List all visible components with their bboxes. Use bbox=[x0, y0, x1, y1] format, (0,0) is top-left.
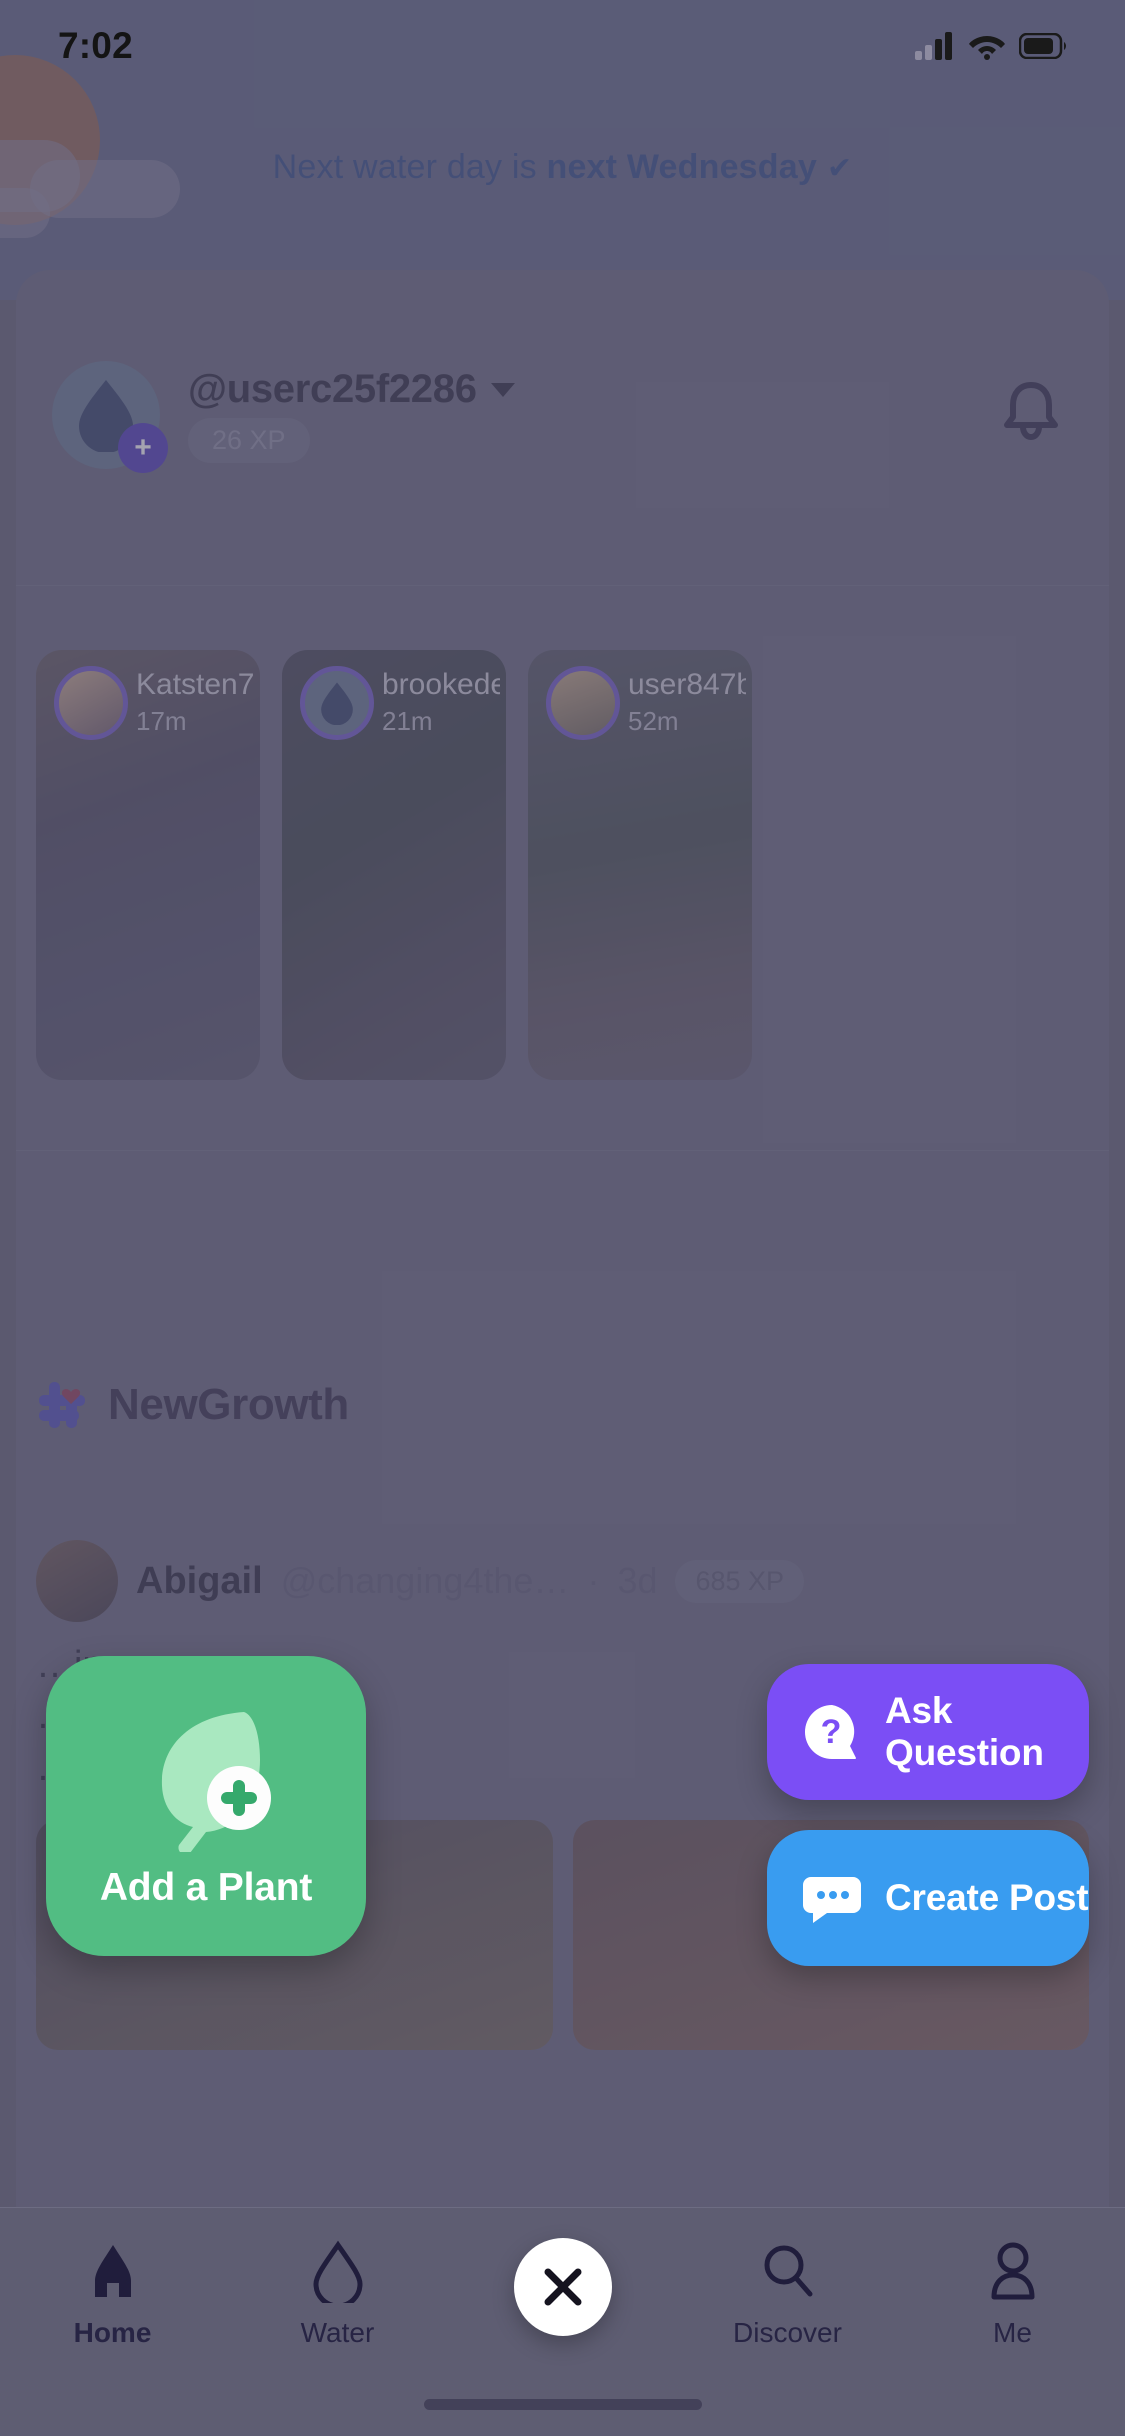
create-post-button[interactable]: Create Post bbox=[767, 1830, 1089, 1966]
close-icon bbox=[544, 2268, 581, 2306]
svg-text:?: ? bbox=[821, 1713, 842, 1751]
tab-me[interactable]: Me bbox=[900, 2239, 1125, 2349]
tab-water-label: Water bbox=[300, 2317, 375, 2348]
status-time: 7:02 bbox=[58, 25, 133, 66]
action-menu[interactable]: Add a Plant ? Ask Question Create Post bbox=[0, 1640, 1125, 2160]
tab-discover-label: Discover bbox=[733, 2317, 842, 2348]
create-post-label: Create Post bbox=[885, 1877, 1089, 1918]
add-plant-button[interactable]: Add a Plant bbox=[46, 1656, 366, 1956]
tab-home[interactable]: Home bbox=[0, 2239, 225, 2349]
status-icons bbox=[915, 32, 1067, 60]
search-icon bbox=[764, 2245, 812, 2297]
ask-question-label: Ask Question bbox=[885, 1690, 1044, 1773]
bottom-navigation[interactable]: Home Water Discover Me bbox=[0, 2207, 1125, 2436]
water-drop-icon bbox=[312, 2240, 363, 2303]
tab-water[interactable]: Water bbox=[225, 2239, 450, 2349]
home-indicator bbox=[423, 2399, 702, 2410]
add-plant-label: Add a Plant bbox=[99, 1866, 313, 1909]
tab-home-label: Home bbox=[73, 2317, 152, 2348]
leaf-plus-icon bbox=[126, 1702, 286, 1855]
status-bar: 7:02 bbox=[0, 0, 1125, 92]
close-button[interactable] bbox=[513, 2238, 612, 2336]
cellular-signal-icon bbox=[915, 32, 952, 60]
app-root: Next water day is next Wednesday✔ + @use… bbox=[0, 0, 1125, 2436]
tab-me-label: Me bbox=[993, 2317, 1032, 2348]
ask-question-button[interactable]: ? Ask Question bbox=[767, 1664, 1089, 1800]
chat-bubble-icon bbox=[801, 1867, 863, 1929]
tab-discover[interactable]: Discover bbox=[675, 2239, 900, 2349]
tab-list: Home Water Discover Me bbox=[0, 2208, 1125, 2380]
home-icon bbox=[94, 2245, 131, 2297]
person-icon bbox=[991, 2242, 1034, 2300]
question-bubble-icon: ? bbox=[801, 1701, 863, 1763]
wifi-icon bbox=[969, 36, 1005, 60]
battery-icon bbox=[1019, 33, 1066, 59]
tab-close-fab[interactable] bbox=[450, 2238, 675, 2350]
